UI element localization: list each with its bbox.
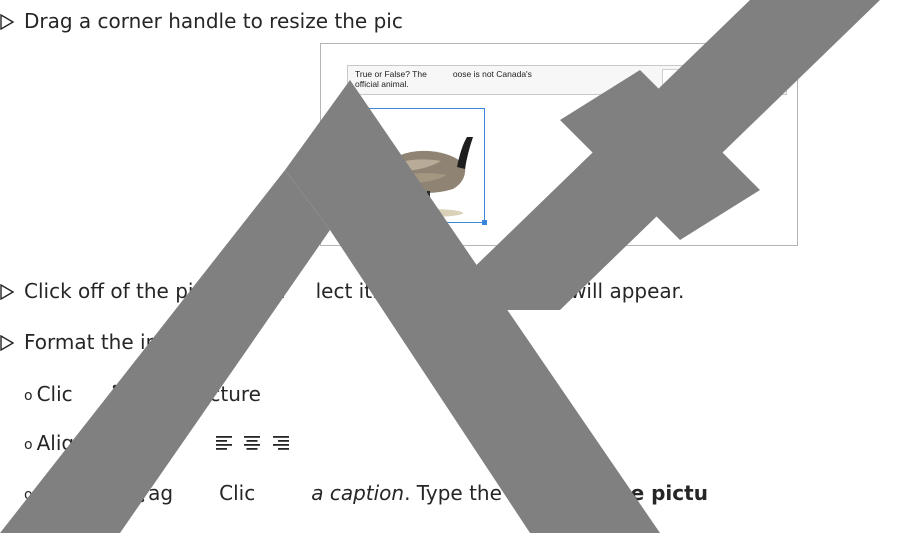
sub-bullet: o — [24, 487, 33, 503]
resize-handle-top-left[interactable] — [350, 106, 355, 111]
dropdown-label: ultiple choice — [683, 75, 733, 85]
question-box: True or False? The oose is not Canada's o… — [347, 65, 787, 95]
step-format-image: Format the image: — [0, 329, 209, 355]
step-click-off: Click off of the pic to d lect it. T More b… — [0, 278, 684, 304]
sub-bullet: o — [24, 388, 33, 404]
bullet-triangle-icon — [0, 14, 14, 30]
substep-add-caption: o Click Me ag Clic a caption. Type the name … — [24, 481, 708, 505]
align-center-icon — [244, 436, 261, 450]
sub-bullet: o — [24, 437, 33, 453]
selected-image[interactable] — [350, 106, 487, 225]
bullet-triangle-icon — [0, 335, 14, 351]
substep-align-picture: o Align e pict — [24, 430, 292, 458]
substep-click-more: o Clic on the picture — [24, 382, 261, 406]
goose-image — [365, 137, 473, 217]
question-type-dropdown[interactable]: ultiple choice ▼ — [662, 69, 782, 91]
kebab-menu-icon — [555, 281, 560, 301]
align-right-icon — [272, 436, 289, 450]
step-drag-handle: Drag a corner handle to resize the pic — [0, 8, 403, 34]
kebab-menu-icon — [139, 483, 145, 503]
question-text: True or False? The oose is not Canada's o… — [355, 69, 532, 89]
bullet-triangle-icon — [0, 284, 14, 300]
kebab-menu-icon — [112, 384, 117, 404]
document-page: Drag a corner handle to resize the pic T… — [0, 0, 919, 533]
chevron-down-icon: ▼ — [760, 76, 767, 83]
align-left-icon — [215, 436, 232, 450]
step-drag-text: Drag a corner handle to resize the pic — [24, 9, 403, 33]
resize-handle-bottom-left[interactable] — [350, 220, 355, 225]
example-screenshot: True or False? The oose is not Canada's o… — [320, 43, 798, 246]
more-label: More — [422, 279, 474, 303]
